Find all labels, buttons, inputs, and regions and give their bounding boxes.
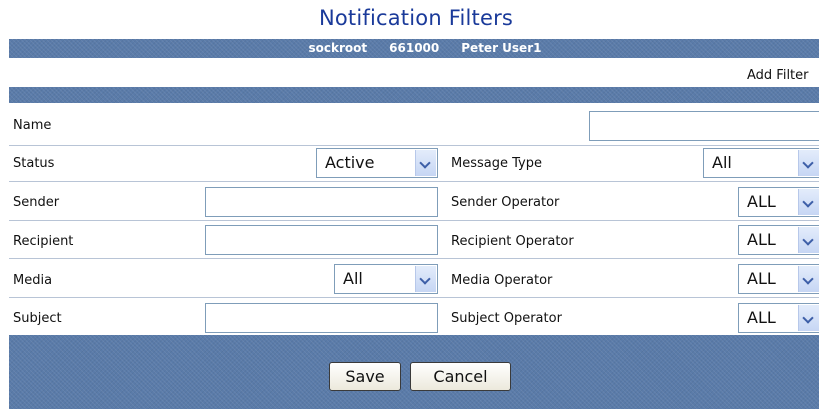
chevron-down-icon[interactable] [798,305,819,331]
recipient-operator-select[interactable]: ALL [738,225,819,255]
row-divider [9,145,819,146]
message-type-select[interactable]: All [703,148,819,178]
row-divider [9,181,819,182]
recipient-operator-select-value: ALL [747,230,776,249]
account-id: 661000 [389,41,440,55]
save-button[interactable]: Save [329,362,401,391]
subject-operator-select-value: ALL [747,308,776,327]
page-title: Notification Filters [318,6,514,30]
recipient-label: Recipient [13,234,74,249]
row-divider [9,297,819,298]
account-name: sockroot [308,41,368,55]
row-divider [9,220,819,221]
user-name: Peter User1 [461,41,542,55]
status-select-value: Active [325,153,375,172]
chevron-down-icon[interactable] [415,266,436,292]
recipient-input[interactable] [205,225,438,255]
row-divider [9,258,819,259]
media-operator-select[interactable]: ALL [738,264,819,294]
sender-operator-select[interactable]: ALL [738,187,819,217]
media-select[interactable]: All [334,264,438,294]
chevron-down-icon[interactable] [415,150,436,176]
media-operator-label: Media Operator [451,273,553,288]
chevron-down-icon[interactable] [798,227,819,253]
name-label: Name [13,118,52,133]
sender-label: Sender [13,195,60,210]
subject-input[interactable] [205,303,438,333]
sender-operator-label: Sender Operator [451,195,560,210]
sender-operator-select-value: ALL [747,192,776,211]
media-label: Media [13,273,53,288]
name-input[interactable] [589,111,819,141]
subject-operator-select[interactable]: ALL [738,303,819,333]
status-label: Status [13,156,55,171]
status-select[interactable]: Active [316,148,438,178]
subject-operator-label: Subject Operator [451,311,562,326]
subject-label: Subject [13,311,62,326]
media-operator-select-value: ALL [747,269,776,288]
cancel-button[interactable]: Cancel [410,362,511,391]
chevron-down-icon[interactable] [798,266,819,292]
message-type-label: Message Type [451,156,542,171]
recipient-operator-label: Recipient Operator [451,234,574,249]
user-info-bar: sockroot 661000 Peter User1 [9,39,819,58]
add-filter-link[interactable]: Add Filter [747,68,809,83]
chevron-down-icon[interactable] [798,150,819,176]
sender-input[interactable] [205,187,438,217]
message-type-select-value: All [712,153,732,172]
media-select-value: All [343,269,363,288]
chevron-down-icon[interactable] [798,189,819,215]
section-divider-bar [9,87,819,103]
